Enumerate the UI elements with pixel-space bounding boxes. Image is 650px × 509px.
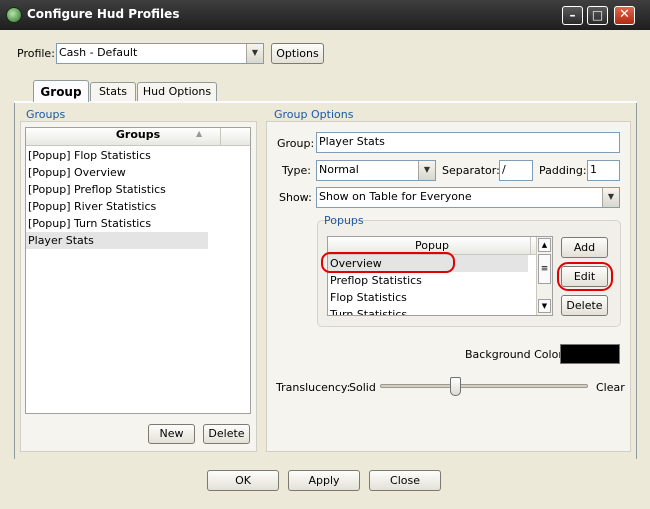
scroll-thumb[interactable]: ≡: [538, 254, 551, 284]
tab-hud-options[interactable]: Hud Options: [137, 82, 217, 101]
type-label: Type:: [282, 164, 311, 177]
show-value: Show on Table for Everyone: [319, 190, 472, 203]
tab-group[interactable]: Group: [33, 80, 89, 102]
list-item[interactable]: Flop Statistics: [328, 289, 528, 306]
tab-strip-line: [14, 101, 637, 103]
window-title: Configure Hud Profiles: [27, 7, 180, 21]
profile-value: Cash - Default: [59, 46, 138, 59]
separator-label: Separator:: [442, 164, 500, 177]
list-item[interactable]: Turn Statistics: [328, 306, 528, 315]
translucency-slider-track[interactable]: [380, 384, 588, 388]
show-label: Show:: [279, 191, 312, 204]
sort-arrow-icon: ▲: [196, 129, 203, 138]
close-icon[interactable]: ✕: [614, 6, 635, 25]
show-dropdown-arrow-icon[interactable]: ▼: [602, 188, 619, 207]
new-group-button[interactable]: New: [148, 424, 195, 444]
scroll-down-icon[interactable]: ▼: [538, 299, 551, 313]
translucency-min-label: Solid: [349, 381, 376, 394]
group-options-legend: Group Options: [274, 108, 354, 121]
column-divider: [220, 128, 221, 146]
column-divider: [530, 237, 531, 255]
list-item[interactable]: [Popup] Preflop Statistics: [26, 181, 208, 198]
list-item[interactable]: [Popup] Flop Statistics: [26, 147, 208, 164]
list-item-selected[interactable]: Player Stats: [26, 232, 208, 249]
translucency-label: Translucency:: [276, 381, 351, 394]
padding-input[interactable]: 1: [587, 160, 620, 181]
options-button[interactable]: Options: [271, 43, 324, 64]
tab-stats[interactable]: Stats: [90, 82, 136, 101]
groups-list[interactable]: Groups ▲ [Popup] Flop Statistics [Popup]…: [25, 127, 251, 414]
background-color-label: Background Color:: [465, 348, 567, 361]
group-label: Group:: [277, 137, 315, 150]
ok-button[interactable]: OK: [207, 470, 279, 491]
popups-column-header-label: Popup: [415, 239, 449, 252]
list-item[interactable]: [Popup] River Statistics: [26, 198, 208, 215]
translucency-slider-thumb[interactable]: [449, 377, 461, 396]
groups-legend: Groups: [26, 108, 66, 121]
groups-column-header[interactable]: Groups ▲: [26, 128, 250, 146]
profile-label: Profile:: [17, 47, 55, 60]
list-item[interactable]: Preflop Statistics: [328, 272, 528, 289]
show-dropdown[interactable]: Show on Table for Everyone: [316, 187, 620, 208]
background-color-swatch[interactable]: [560, 344, 620, 364]
add-popup-button[interactable]: Add: [561, 237, 608, 258]
profile-dropdown-arrow-icon[interactable]: ▼: [246, 44, 263, 63]
scroll-up-icon[interactable]: ▲: [538, 238, 551, 252]
edit-highlight-ring: [557, 262, 613, 291]
app-icon: [6, 7, 22, 23]
close-button[interactable]: Close: [369, 470, 441, 491]
separator-input[interactable]: /: [499, 160, 533, 181]
popups-list[interactable]: Popup Overview Preflop Statistics Flop S…: [327, 236, 553, 316]
profile-dropdown[interactable]: Cash - Default: [56, 43, 264, 64]
overview-highlight-ring: [321, 252, 455, 273]
groups-column-header-label: Groups: [115, 128, 161, 141]
apply-button[interactable]: Apply: [288, 470, 360, 491]
padding-label: Padding:: [539, 164, 587, 177]
translucency-max-label: Clear: [596, 381, 625, 394]
minimize-icon[interactable]: –: [562, 6, 583, 25]
delete-group-button[interactable]: Delete: [203, 424, 250, 444]
list-item[interactable]: [Popup] Turn Statistics: [26, 215, 208, 232]
type-value: Normal: [319, 163, 359, 176]
maximize-icon[interactable]: □: [587, 6, 608, 25]
popups-scrollbar[interactable]: ▲ ≡ ▼: [536, 237, 552, 315]
type-dropdown-arrow-icon[interactable]: ▼: [418, 161, 435, 180]
group-name-input[interactable]: Player Stats: [316, 132, 620, 153]
popups-legend: Popups: [324, 214, 364, 227]
groups-items: [Popup] Flop Statistics [Popup] Overview…: [26, 147, 208, 249]
list-item[interactable]: [Popup] Overview: [26, 164, 208, 181]
delete-popup-button[interactable]: Delete: [561, 295, 608, 316]
